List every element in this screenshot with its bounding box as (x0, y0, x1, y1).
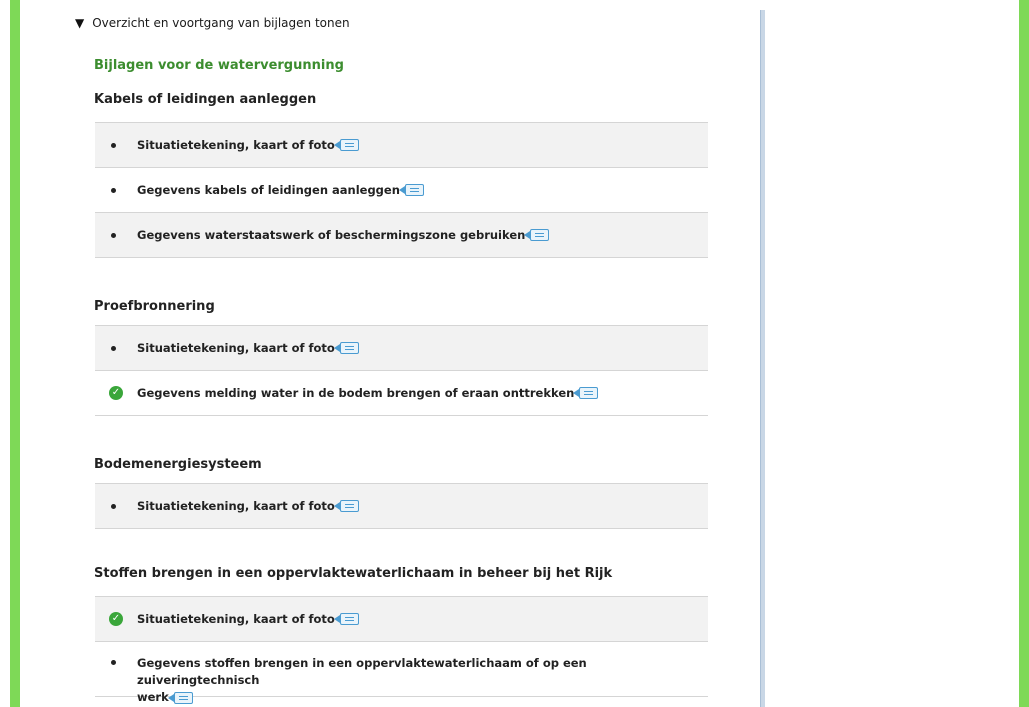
info-icon[interactable] (524, 229, 550, 241)
right-accent-bar (1019, 0, 1029, 707)
item-label: Gegevens waterstaatswerk of beschermings… (137, 228, 526, 242)
attachment-list-proefbronnering: Situatietekening, kaart of foto ✓ Gegeve… (95, 325, 708, 416)
item-label: Gegevens melding water in de bodem breng… (137, 386, 575, 400)
list-item: Gegevens waterstaatswerk of beschermings… (95, 213, 708, 258)
list-item: ✓ Gegevens melding water in de bodem bre… (95, 371, 708, 416)
overview-toggle[interactable]: ▼ Overzicht en voortgang van bijlagen to… (75, 16, 350, 30)
list-item: ✓ Situatietekening, kaart of foto (95, 597, 708, 642)
list-item: Situatietekening, kaart of foto (95, 484, 708, 529)
item-label: Situatietekening, kaart of foto (137, 138, 335, 152)
checkmark-icon: ✓ (109, 386, 123, 400)
info-icon[interactable] (333, 342, 359, 354)
bullet-icon (111, 142, 116, 148)
group-title-bodemenergiesysteem: Bodemenergiesysteem (94, 457, 262, 472)
section-title: Bijlagen voor de watervergunning (94, 58, 344, 73)
info-icon[interactable] (167, 691, 193, 704)
group-title-kabels: Kabels of leidingen aanleggen (94, 92, 317, 107)
group-title-proefbronnering: Proefbronnering (94, 299, 215, 314)
triangle-down-icon: ▼ (75, 16, 85, 30)
column-divider (760, 10, 765, 707)
bullet-icon (111, 503, 116, 509)
info-icon[interactable] (333, 500, 359, 512)
bullet-icon (111, 660, 116, 665)
checkmark-icon: ✓ (109, 612, 123, 626)
list-item: Situatietekening, kaart of foto (95, 326, 708, 371)
item-label: Situatietekening, kaart of foto (137, 499, 335, 513)
item-label-continuation: werk (137, 690, 169, 704)
item-label: Gegevens kabels of leidingen aanleggen (137, 183, 400, 197)
info-icon[interactable] (333, 613, 359, 625)
attachment-list-stoffen: ✓ Situatietekening, kaart of foto Gegeve… (95, 596, 708, 704)
group-title-stoffen: Stoffen brengen in een oppervlaktewaterl… (94, 566, 613, 581)
info-icon[interactable] (333, 139, 359, 151)
list-item: Gegevens kabels of leidingen aanleggen (95, 168, 708, 213)
attachment-list-bodemenergiesysteem: Situatietekening, kaart of foto (95, 483, 708, 529)
list-item: Gegevens stoffen brengen in een oppervla… (95, 642, 708, 704)
item-label: Gegevens stoffen brengen in een oppervla… (137, 656, 587, 687)
item-label: Situatietekening, kaart of foto (137, 341, 335, 355)
bullet-icon (111, 345, 116, 351)
left-accent-bar (10, 0, 20, 707)
info-icon[interactable] (398, 184, 424, 196)
item-label: Situatietekening, kaart of foto (137, 612, 335, 626)
bullet-icon (111, 232, 116, 238)
attachment-list-kabels: Situatietekening, kaart of foto Gegevens… (95, 122, 708, 258)
info-icon[interactable] (573, 387, 599, 399)
overview-toggle-label: Overzicht en voortgang van bijlagen tone… (92, 16, 350, 30)
list-item: Situatietekening, kaart of foto (95, 123, 708, 168)
bullet-icon (111, 187, 116, 193)
